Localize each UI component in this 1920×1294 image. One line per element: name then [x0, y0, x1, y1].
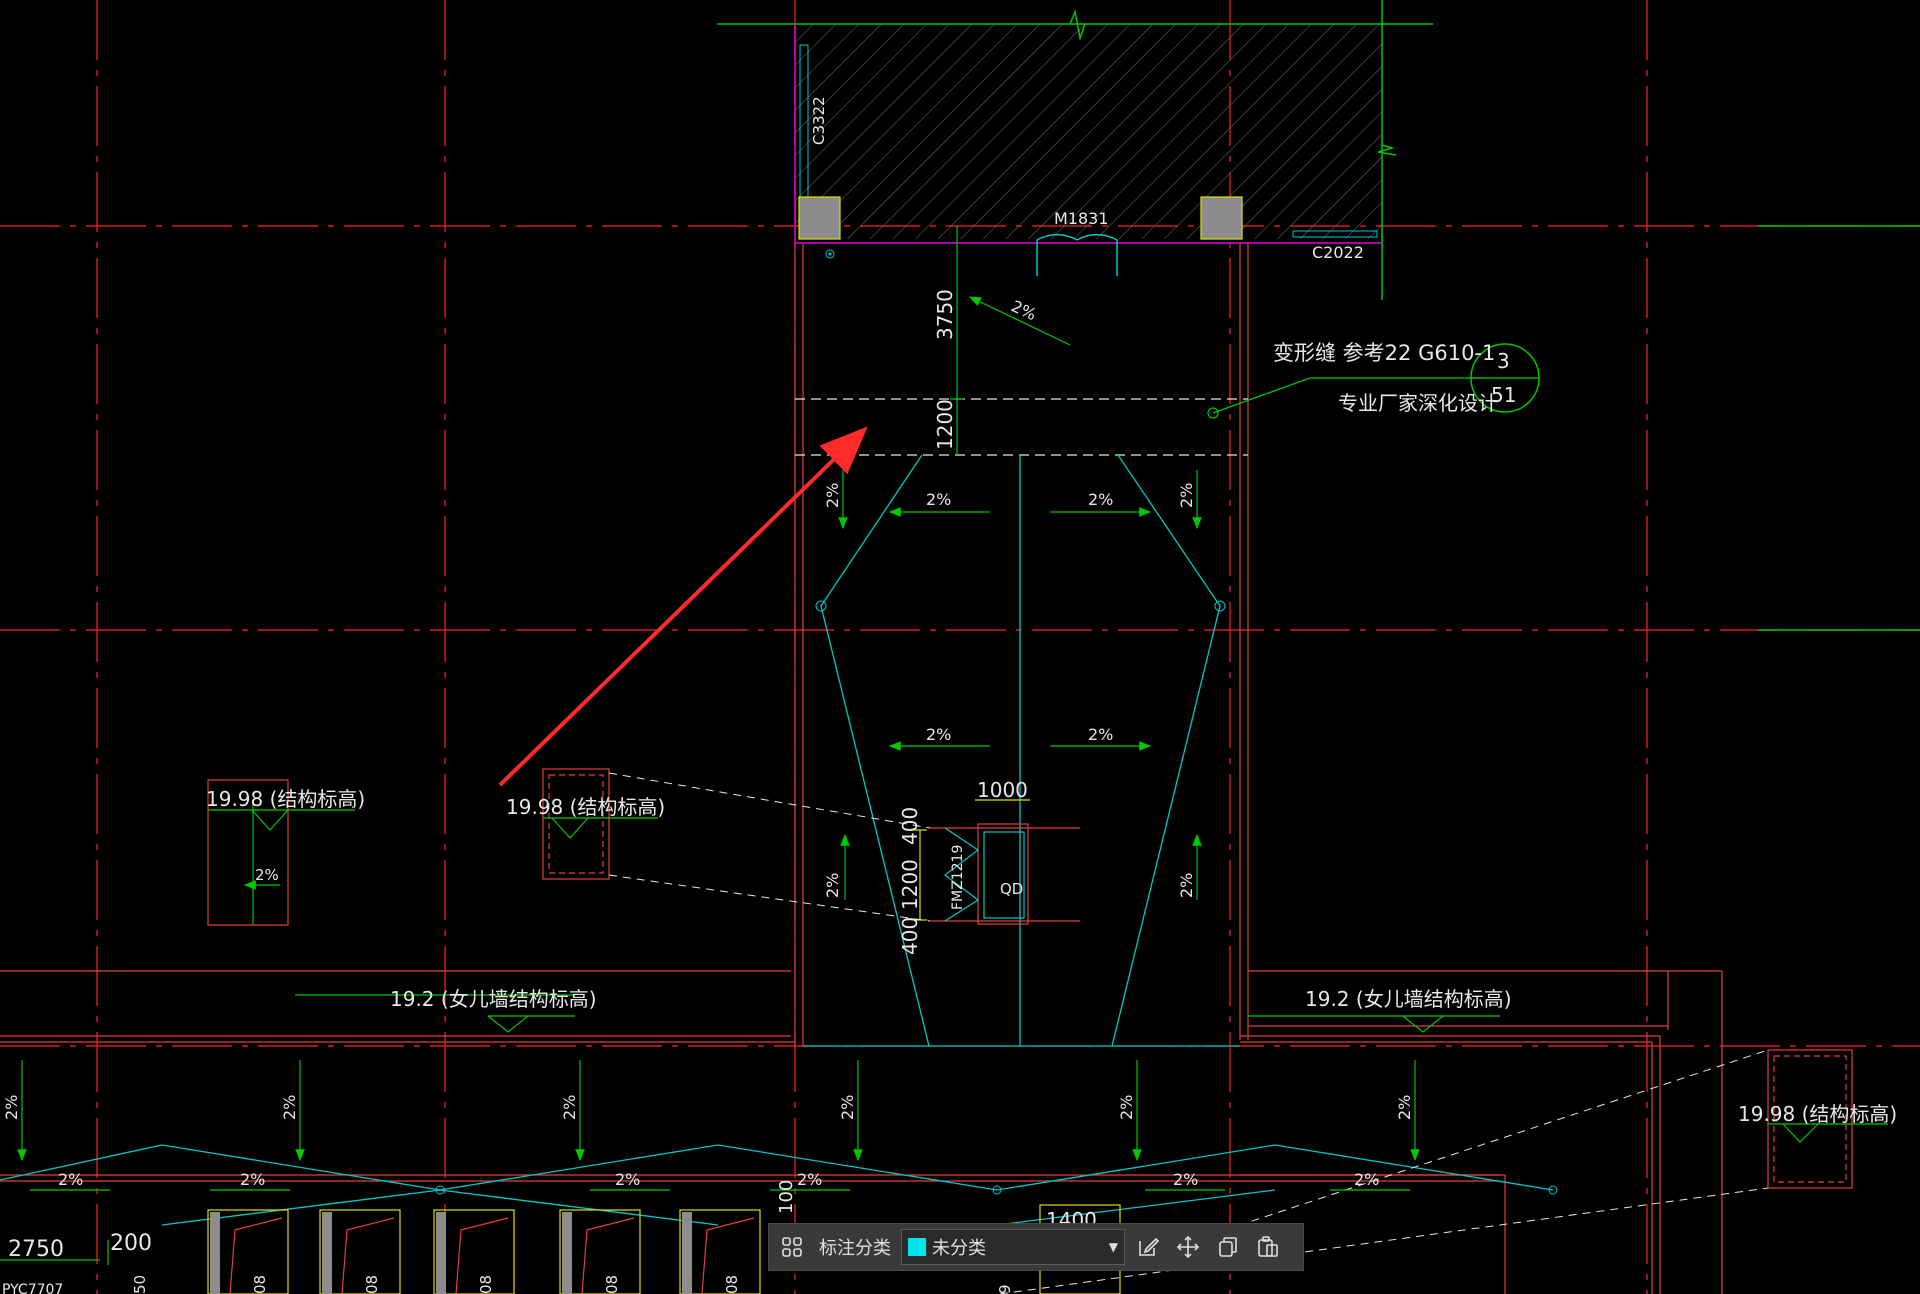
slope-label-c1: 2% — [926, 490, 951, 509]
slope-label-h3: 2% — [615, 1170, 640, 1189]
tag-08-e: 08 — [723, 1275, 741, 1294]
slope-label-b4: 2% — [838, 1095, 857, 1120]
dim-200-label: 200 — [110, 1231, 152, 1256]
slope-label-v2: 2% — [1177, 483, 1196, 508]
slope-label-v4: 2% — [1177, 873, 1196, 898]
expansion-joint-label: 变形缝 参考22 G610-1 — [1273, 341, 1495, 365]
slope-label-top: 2% — [1008, 296, 1039, 324]
slope-label-h5: 2% — [1173, 1170, 1198, 1189]
tag-08-c: 08 — [477, 1275, 495, 1294]
chevron-down-icon: ▼ — [1108, 1240, 1118, 1254]
dim-3750-label: 3750 — [933, 289, 957, 340]
slope-label-b1: 2% — [2, 1095, 21, 1120]
category-color-swatch — [908, 1238, 926, 1256]
slope-label-v3: 2% — [823, 873, 842, 898]
slope-label-h4: 2% — [797, 1170, 822, 1189]
window-c3322-label: C3322 — [810, 96, 828, 145]
slope-label-c3: 2% — [926, 725, 951, 744]
qd-label: QD — [1000, 880, 1023, 898]
elev-192-left-label: 19.2 (女儿墙结构标高) — [390, 987, 597, 1011]
slope-label-h1: 2% — [58, 1170, 83, 1189]
copy-icon[interactable] — [1211, 1230, 1245, 1264]
cad-drawing: 3750 1200 2% 变形缝 参考22 G610-1 专业厂家深化设计 3 … — [0, 0, 1920, 1294]
tag-pyc-label: PYC7707 — [2, 1282, 63, 1294]
window-c2022-label: C2022 — [1312, 243, 1364, 262]
slope-label-b6: 2% — [1395, 1095, 1414, 1120]
elev-192-right-label: 19.2 (女儿墙结构标高) — [1305, 987, 1512, 1011]
elev-1998-left-label: 19.98 (结构标高) — [206, 787, 365, 811]
grid-icon[interactable] — [775, 1230, 809, 1264]
elev-1998-mid-label: 19.98 (结构标高) — [506, 795, 665, 819]
category-label: 标注分类 — [819, 1238, 891, 1259]
dim-2750-label: 2750 — [8, 1237, 64, 1262]
slope-label-c2: 2% — [1088, 490, 1113, 509]
vendor-design-label: 专业厂家深化设计 — [1338, 391, 1498, 415]
paste-icon[interactable] — [1251, 1230, 1285, 1264]
tag-50-label: 50 — [131, 1275, 149, 1294]
slope-label-h2: 2% — [240, 1170, 265, 1189]
tag-08-d: 08 — [603, 1275, 621, 1294]
detail-sheet: 51 — [1491, 383, 1516, 407]
category-value: 未分类 — [932, 1238, 986, 1259]
tag-08-a: 08 — [251, 1275, 269, 1294]
dim-100-label: 100 — [776, 1180, 797, 1214]
tag-08-b: 08 — [363, 1275, 381, 1294]
elev-1998-right-label: 19.98 (结构标高) — [1738, 1102, 1897, 1126]
slope-label-b3: 2% — [560, 1095, 579, 1120]
slope-label-c4: 2% — [1088, 725, 1113, 744]
slope-label-v1: 2% — [823, 483, 842, 508]
detail-number: 3 — [1497, 349, 1510, 373]
edit-icon[interactable] — [1131, 1230, 1165, 1264]
dim-1000-label: 1000 — [977, 778, 1028, 802]
slope-label-left-tag: 2% — [255, 866, 279, 884]
door-m1831-label: M1831 — [1054, 209, 1109, 228]
slope-label-b2: 2% — [280, 1095, 299, 1120]
slope-label-b5: 2% — [1117, 1095, 1136, 1120]
dim-1200-top-label: 1200 — [933, 399, 957, 450]
tag-9-label: 9 — [996, 1284, 1014, 1294]
door-fmz1219-label: FMZ1219 — [950, 845, 966, 910]
dim-1200-mid-label: 1200 — [898, 859, 922, 910]
annotation-toolbar: 标注分类 未分类 ▼ — [768, 1223, 1304, 1271]
category-select[interactable]: 未分类 ▼ — [901, 1229, 1125, 1265]
slope-label-h6: 2% — [1354, 1170, 1379, 1189]
move-icon[interactable] — [1171, 1230, 1205, 1264]
cad-drawing-canvas[interactable]: 3750 1200 2% 变形缝 参考22 G610-1 专业厂家深化设计 3 … — [0, 0, 1920, 1294]
dim-400-bottom-label: 400 — [898, 917, 922, 955]
